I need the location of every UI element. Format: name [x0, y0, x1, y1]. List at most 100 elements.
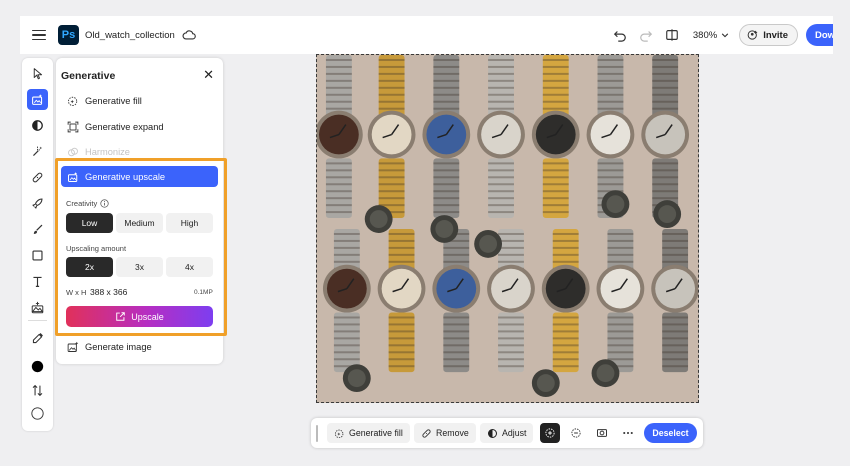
contextual-task-bar: Generative fill Remove Adjust Deselect [311, 418, 703, 448]
bandage-icon [32, 172, 43, 183]
undo-icon[interactable] [613, 28, 627, 42]
invite-label: Invite [763, 29, 788, 41]
outline-circle-icon [31, 407, 44, 420]
generative-upscale-item[interactable]: Generative upscale [61, 166, 218, 187]
watch-collection-image [317, 55, 698, 402]
creativity-medium-option[interactable]: Medium [116, 213, 163, 233]
mask-button[interactable] [592, 423, 612, 443]
info-icon[interactable] [100, 199, 109, 208]
dimensions-label: W x H [66, 288, 87, 297]
half-circle-icon [487, 428, 498, 438]
remove-button[interactable]: Remove [414, 423, 476, 443]
generative-fill-icon [68, 96, 78, 106]
brush-tool[interactable] [27, 219, 48, 240]
add-image-tool[interactable] [27, 297, 48, 318]
more-options-button[interactable] [618, 423, 638, 443]
generative-upscale-label: Generative upscale [85, 171, 166, 182]
text-icon [33, 276, 42, 287]
add-user-icon [747, 30, 758, 40]
harmonize-item: Harmonize [67, 144, 130, 160]
dimensions-value: 388 x 366 [90, 287, 128, 297]
upscaling-amount-label: Upscaling amount [66, 244, 126, 253]
harmonize-label: Harmonize [85, 147, 130, 157]
brush-icon [33, 224, 43, 234]
upscaling-amount-text: Upscaling amount [66, 244, 127, 253]
upscale-2x-option[interactable]: 2x [66, 257, 113, 277]
half-circle-icon [32, 120, 43, 131]
swap-colors-button[interactable] [27, 380, 48, 401]
background-color-swatch[interactable] [27, 403, 48, 424]
generate-image-label: Generate image [85, 342, 152, 352]
bandage-icon [422, 428, 431, 438]
swap-arrows-icon [32, 384, 43, 397]
top-bar: Ps Old_watch_collection 380% Invite Down… [20, 16, 833, 54]
upscale-button[interactable]: Upscale [66, 306, 213, 327]
text-tool[interactable] [27, 271, 48, 292]
heal-tool[interactable] [27, 167, 48, 188]
adjust-tool[interactable] [27, 115, 48, 136]
upscale-button-label: Upscale [131, 311, 164, 322]
generative-fill-item[interactable]: Generative fill [67, 93, 142, 109]
mask-icon [597, 429, 607, 437]
chevron-down-icon [721, 33, 729, 38]
generate-image-icon [67, 341, 79, 352]
foreground-color-swatch[interactable] [27, 356, 48, 377]
image-add-icon [31, 301, 44, 314]
invite-button[interactable]: Invite [739, 24, 798, 46]
eyedropper-tool[interactable] [27, 328, 48, 349]
square-icon [32, 250, 43, 261]
generate-image-item[interactable]: Generate image [67, 339, 152, 355]
photoshop-logo: Ps [58, 25, 79, 45]
deselect-button[interactable]: Deselect [644, 423, 697, 443]
creativity-label: Creativity [66, 199, 109, 208]
upscale-arrow-icon [116, 312, 125, 321]
generative-upscale-icon [68, 171, 78, 182]
more-dots-icon [623, 431, 633, 435]
generative-fill-label: Generative fill [85, 96, 142, 106]
subtract-selection-button[interactable] [566, 423, 586, 443]
selection-minus-icon [571, 428, 581, 438]
creativity-high-option[interactable]: High [166, 213, 213, 233]
generative-fill-button-label: Generative fill [349, 428, 403, 438]
drag-handle[interactable] [316, 425, 318, 442]
generative-fill-button[interactable]: Generative fill [327, 423, 410, 443]
filled-circle-icon [31, 360, 44, 373]
close-icon[interactable]: ✕ [203, 68, 214, 81]
generative-sparkle-icon [32, 94, 43, 105]
document-title[interactable]: Old_watch_collection [85, 30, 175, 41]
panel-title: Generative [61, 70, 116, 82]
canvas-selection[interactable] [316, 54, 699, 403]
toolbar-divider [28, 320, 47, 321]
creativity-low-option[interactable]: Low [66, 213, 113, 233]
upscale-3x-option[interactable]: 3x [116, 257, 163, 277]
selection-plus-icon [545, 428, 555, 438]
hamburger-menu-icon[interactable] [32, 29, 46, 41]
megapixels-value: 0.1MP [194, 289, 213, 296]
rocket-icon [32, 198, 43, 209]
quick-select-tool[interactable] [27, 141, 48, 162]
remove-button-label: Remove [436, 428, 469, 438]
quick-actions-tool[interactable] [27, 193, 48, 214]
generative-expand-label: Generative expand [85, 122, 164, 132]
select-tool[interactable] [27, 63, 48, 84]
harmonize-icon [68, 147, 78, 157]
modify-selection-button[interactable] [540, 423, 560, 443]
cloud-icon[interactable] [182, 28, 196, 42]
eyedropper-icon [32, 333, 43, 344]
generative-fill-icon [334, 429, 344, 438]
compare-icon[interactable] [665, 28, 679, 42]
adjust-button[interactable]: Adjust [480, 423, 534, 443]
upscale-4x-option[interactable]: 4x [166, 257, 213, 277]
zoom-dropdown[interactable]: 380% [693, 30, 729, 41]
creativity-text: Creativity [66, 199, 98, 208]
shape-tool[interactable] [27, 245, 48, 266]
generative-tool[interactable] [27, 89, 48, 110]
zoom-value: 380% [692, 29, 718, 41]
generative-expand-icon [67, 121, 79, 133]
adjust-button-label: Adjust [502, 428, 527, 438]
redo-icon[interactable] [639, 28, 653, 42]
generative-expand-item[interactable]: Generative expand [67, 119, 164, 135]
left-toolbar [22, 58, 53, 431]
download-button[interactable]: Download [806, 24, 833, 46]
arrow-pointer-icon [33, 68, 43, 80]
